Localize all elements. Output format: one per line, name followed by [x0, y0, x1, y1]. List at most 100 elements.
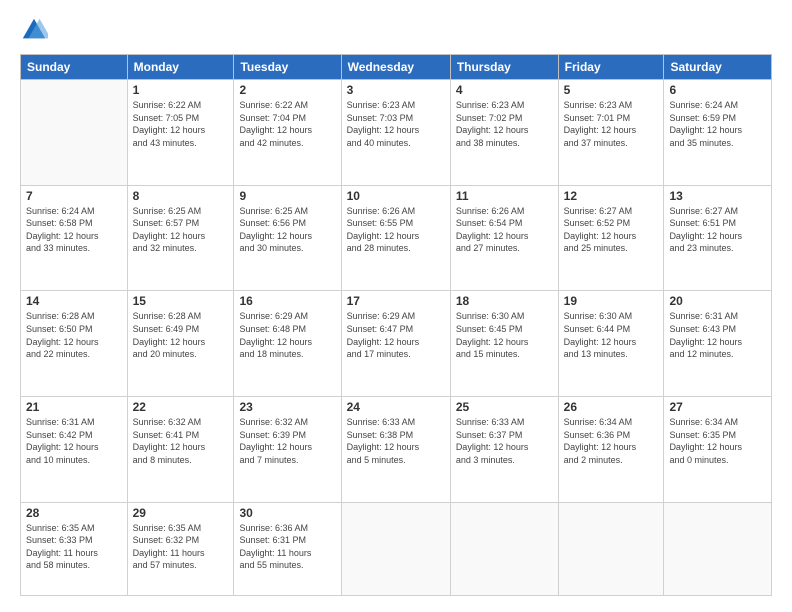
day-info: Sunrise: 6:24 AM Sunset: 6:59 PM Dayligh… [669, 99, 766, 149]
day-info: Sunrise: 6:26 AM Sunset: 6:55 PM Dayligh… [347, 205, 445, 255]
day-number: 19 [564, 294, 659, 308]
day-info: Sunrise: 6:25 AM Sunset: 6:56 PM Dayligh… [239, 205, 335, 255]
calendar-day-cell: 21 Sunrise: 6:31 AM Sunset: 6:42 PM Dayli… [21, 397, 128, 503]
day-number: 24 [347, 400, 445, 414]
day-number: 20 [669, 294, 766, 308]
calendar-day-header: Wednesday [341, 55, 450, 80]
day-info: Sunrise: 6:31 AM Sunset: 6:42 PM Dayligh… [26, 416, 122, 466]
day-info: Sunrise: 6:29 AM Sunset: 6:48 PM Dayligh… [239, 310, 335, 360]
day-number: 10 [347, 189, 445, 203]
calendar-day-header: Tuesday [234, 55, 341, 80]
day-info: Sunrise: 6:25 AM Sunset: 6:57 PM Dayligh… [133, 205, 229, 255]
day-number: 18 [456, 294, 553, 308]
calendar-day-cell: 17 Sunrise: 6:29 AM Sunset: 6:47 PM Dayli… [341, 291, 450, 397]
day-info: Sunrise: 6:35 AM Sunset: 6:32 PM Dayligh… [133, 522, 229, 572]
day-number: 8 [133, 189, 229, 203]
calendar-day-cell: 27 Sunrise: 6:34 AM Sunset: 6:35 PM Dayli… [664, 397, 772, 503]
day-number: 29 [133, 506, 229, 520]
day-number: 3 [347, 83, 445, 97]
calendar-day-cell: 18Sunrise: 6:30 AM Sunset: 6:45 PM Dayli… [450, 291, 558, 397]
day-number: 13 [669, 189, 766, 203]
day-info: Sunrise: 6:23 AM Sunset: 7:03 PM Dayligh… [347, 99, 445, 149]
calendar-day-cell: 29 Sunrise: 6:35 AM Sunset: 6:32 PM Dayli… [127, 502, 234, 595]
day-info: Sunrise: 6:24 AM Sunset: 6:58 PM Dayligh… [26, 205, 122, 255]
calendar-day-cell: 15 Sunrise: 6:28 AM Sunset: 6:49 PM Dayli… [127, 291, 234, 397]
calendar-day-cell: 20 Sunrise: 6:31 AM Sunset: 6:43 PM Dayli… [664, 291, 772, 397]
calendar-day-cell: 8 Sunrise: 6:25 AM Sunset: 6:57 PM Daylig… [127, 185, 234, 291]
calendar-day-cell: 22 Sunrise: 6:32 AM Sunset: 6:41 PM Dayli… [127, 397, 234, 503]
calendar-day-cell [21, 80, 128, 186]
day-info: Sunrise: 6:22 AM Sunset: 7:04 PM Dayligh… [239, 99, 335, 149]
day-info: Sunrise: 6:33 AM Sunset: 6:37 PM Dayligh… [456, 416, 553, 466]
calendar-day-cell: 1Sunrise: 6:22 AM Sunset: 7:05 PM Daylig… [127, 80, 234, 186]
calendar-day-cell: 23 Sunrise: 6:32 AM Sunset: 6:39 PM Dayli… [234, 397, 341, 503]
calendar-day-cell [664, 502, 772, 595]
calendar-week-row: 1Sunrise: 6:22 AM Sunset: 7:05 PM Daylig… [21, 80, 772, 186]
calendar-day-cell: 13 Sunrise: 6:27 AM Sunset: 6:51 PM Dayli… [664, 185, 772, 291]
day-number: 5 [564, 83, 659, 97]
calendar-day-cell: 5 Sunrise: 6:23 AM Sunset: 7:01 PM Daylig… [558, 80, 664, 186]
calendar-day-header: Saturday [664, 55, 772, 80]
calendar-day-cell: 7 Sunrise: 6:24 AM Sunset: 6:58 PM Daylig… [21, 185, 128, 291]
day-info: Sunrise: 6:33 AM Sunset: 6:38 PM Dayligh… [347, 416, 445, 466]
calendar-day-cell: 11 Sunrise: 6:26 AM Sunset: 6:54 PM Dayli… [450, 185, 558, 291]
day-number: 6 [669, 83, 766, 97]
day-info: Sunrise: 6:23 AM Sunset: 7:02 PM Dayligh… [456, 99, 553, 149]
day-number: 12 [564, 189, 659, 203]
day-number: 16 [239, 294, 335, 308]
calendar-day-cell [341, 502, 450, 595]
day-info: Sunrise: 6:34 AM Sunset: 6:36 PM Dayligh… [564, 416, 659, 466]
calendar-day-cell [558, 502, 664, 595]
day-info: Sunrise: 6:34 AM Sunset: 6:35 PM Dayligh… [669, 416, 766, 466]
calendar-day-cell: 4Sunrise: 6:23 AM Sunset: 7:02 PM Daylig… [450, 80, 558, 186]
calendar-week-row: 21 Sunrise: 6:31 AM Sunset: 6:42 PM Dayli… [21, 397, 772, 503]
calendar-day-cell: 3 Sunrise: 6:23 AM Sunset: 7:03 PM Daylig… [341, 80, 450, 186]
logo-icon [20, 16, 48, 44]
logo [20, 16, 52, 44]
day-info: Sunrise: 6:28 AM Sunset: 6:49 PM Dayligh… [133, 310, 229, 360]
calendar-day-cell: 2 Sunrise: 6:22 AM Sunset: 7:04 PM Daylig… [234, 80, 341, 186]
calendar-day-cell: 26 Sunrise: 6:34 AM Sunset: 6:36 PM Dayli… [558, 397, 664, 503]
calendar-day-cell: 6 Sunrise: 6:24 AM Sunset: 6:59 PM Daylig… [664, 80, 772, 186]
day-info: Sunrise: 6:29 AM Sunset: 6:47 PM Dayligh… [347, 310, 445, 360]
day-number: 27 [669, 400, 766, 414]
day-number: 30 [239, 506, 335, 520]
calendar-day-header: Sunday [21, 55, 128, 80]
day-info: Sunrise: 6:26 AM Sunset: 6:54 PM Dayligh… [456, 205, 553, 255]
calendar-day-cell: 28 Sunrise: 6:35 AM Sunset: 6:33 PM Dayli… [21, 502, 128, 595]
day-number: 23 [239, 400, 335, 414]
day-number: 22 [133, 400, 229, 414]
day-number: 2 [239, 83, 335, 97]
header [20, 16, 772, 44]
calendar-day-cell [450, 502, 558, 595]
day-info: Sunrise: 6:31 AM Sunset: 6:43 PM Dayligh… [669, 310, 766, 360]
calendar-week-row: 28 Sunrise: 6:35 AM Sunset: 6:33 PM Dayli… [21, 502, 772, 595]
day-number: 1 [133, 83, 229, 97]
day-number: 26 [564, 400, 659, 414]
day-number: 21 [26, 400, 122, 414]
calendar-week-row: 7 Sunrise: 6:24 AM Sunset: 6:58 PM Daylig… [21, 185, 772, 291]
day-info: Sunrise: 6:23 AM Sunset: 7:01 PM Dayligh… [564, 99, 659, 149]
day-info: Sunrise: 6:36 AM Sunset: 6:31 PM Dayligh… [239, 522, 335, 572]
day-number: 17 [347, 294, 445, 308]
day-info: Sunrise: 6:28 AM Sunset: 6:50 PM Dayligh… [26, 310, 122, 360]
day-info: Sunrise: 6:35 AM Sunset: 6:33 PM Dayligh… [26, 522, 122, 572]
day-number: 7 [26, 189, 122, 203]
day-info: Sunrise: 6:27 AM Sunset: 6:51 PM Dayligh… [669, 205, 766, 255]
day-info: Sunrise: 6:32 AM Sunset: 6:39 PM Dayligh… [239, 416, 335, 466]
calendar-day-cell: 14Sunrise: 6:28 AM Sunset: 6:50 PM Dayli… [21, 291, 128, 397]
day-number: 11 [456, 189, 553, 203]
calendar-day-header: Thursday [450, 55, 558, 80]
day-number: 28 [26, 506, 122, 520]
calendar-day-cell: 9Sunrise: 6:25 AM Sunset: 6:56 PM Daylig… [234, 185, 341, 291]
calendar-day-cell: 25 Sunrise: 6:33 AM Sunset: 6:37 PM Dayli… [450, 397, 558, 503]
calendar-day-cell: 19 Sunrise: 6:30 AM Sunset: 6:44 PM Dayli… [558, 291, 664, 397]
day-info: Sunrise: 6:30 AM Sunset: 6:44 PM Dayligh… [564, 310, 659, 360]
calendar-table: SundayMondayTuesdayWednesdayThursdayFrid… [20, 54, 772, 596]
calendar-day-header: Friday [558, 55, 664, 80]
calendar-day-cell: 12Sunrise: 6:27 AM Sunset: 6:52 PM Dayli… [558, 185, 664, 291]
calendar-day-header: Monday [127, 55, 234, 80]
day-number: 15 [133, 294, 229, 308]
day-info: Sunrise: 6:32 AM Sunset: 6:41 PM Dayligh… [133, 416, 229, 466]
day-number: 25 [456, 400, 553, 414]
